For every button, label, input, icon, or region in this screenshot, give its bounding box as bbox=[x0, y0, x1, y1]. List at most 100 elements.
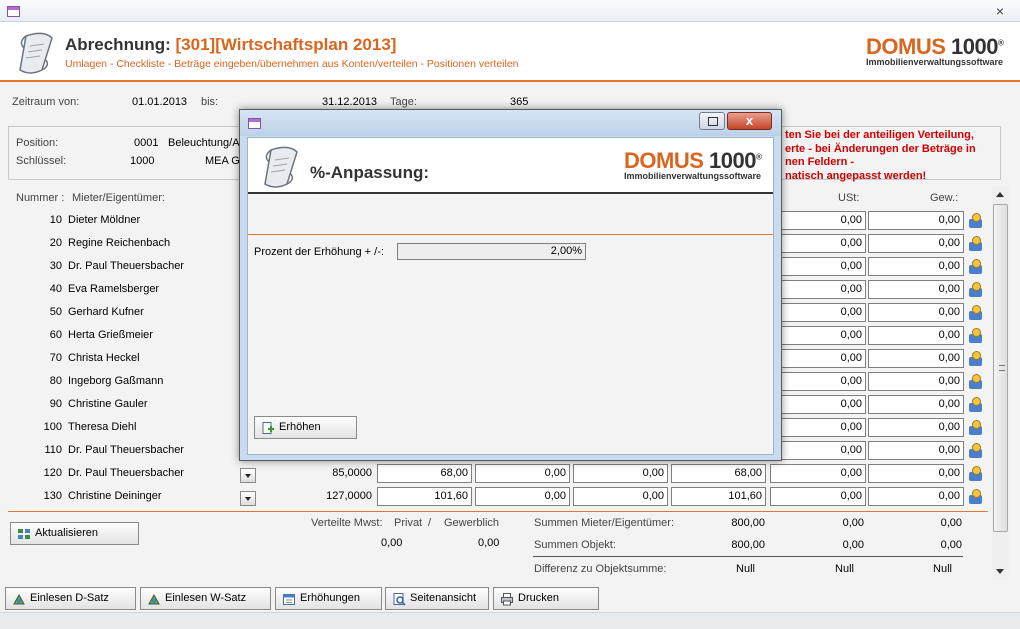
scroll-down-icon[interactable] bbox=[996, 569, 1004, 574]
scroll-thumb[interactable] bbox=[993, 204, 1008, 532]
tenant-edit-icon[interactable] bbox=[967, 304, 984, 321]
tenant-edit-icon[interactable] bbox=[967, 281, 984, 298]
column-header-nummer: Nummer : bbox=[16, 192, 65, 204]
window-close-button[interactable]: × bbox=[996, 3, 1004, 19]
ust-field[interactable]: 0,00 bbox=[770, 234, 866, 253]
add-document-icon bbox=[262, 422, 274, 434]
ust-field[interactable]: 0,00 bbox=[770, 418, 866, 437]
tenant-edit-icon[interactable] bbox=[967, 442, 984, 459]
gew-field[interactable]: 0,00 bbox=[868, 280, 964, 299]
tenant-name: Gerhard Kufner bbox=[68, 306, 144, 318]
gew-field[interactable]: 0,00 bbox=[868, 487, 964, 506]
ust-field[interactable]: 0,00 bbox=[770, 372, 866, 391]
tenant-number: 110 bbox=[44, 444, 62, 456]
gew-field[interactable]: 0,00 bbox=[868, 464, 964, 483]
tenant-edit-icon[interactable] bbox=[967, 212, 984, 229]
amount-field[interactable]: 0,00 bbox=[475, 487, 570, 506]
vertical-scrollbar[interactable] bbox=[992, 186, 1009, 580]
scroll-up-icon[interactable] bbox=[996, 192, 1004, 197]
gew-field[interactable]: 0,00 bbox=[868, 395, 964, 414]
tenant-edit-icon[interactable] bbox=[967, 396, 984, 413]
tenant-edit-icon[interactable] bbox=[967, 235, 984, 252]
tenant-name: Dr. Paul Theuersbacher bbox=[68, 467, 184, 479]
tenant-name: Christine Deininger bbox=[68, 490, 162, 502]
tenant-number: 30 bbox=[49, 260, 62, 272]
gew-field[interactable]: 0,00 bbox=[868, 418, 964, 437]
tenant-edit-icon[interactable] bbox=[967, 327, 984, 344]
amount-field[interactable]: 68,00 bbox=[671, 464, 766, 483]
mea-value: 85,0000 bbox=[332, 467, 372, 479]
summen-objekt-value: 800,00 bbox=[731, 539, 765, 551]
period-from-value: 01.01.2013 bbox=[132, 96, 188, 108]
amount-field[interactable]: 0,00 bbox=[475, 464, 570, 483]
gew-field[interactable]: 0,00 bbox=[868, 372, 964, 391]
ust-field[interactable]: 0,00 bbox=[770, 464, 866, 483]
ust-field[interactable]: 0,00 bbox=[770, 487, 866, 506]
ust-field[interactable]: 0,00 bbox=[770, 349, 866, 368]
gew-field[interactable]: 0,00 bbox=[868, 349, 964, 368]
einlesen-w-satz-button[interactable]: Einlesen W-Satz bbox=[140, 587, 271, 610]
seitenansicht-button[interactable]: Seitenansicht bbox=[385, 587, 489, 610]
tenant-edit-icon[interactable] bbox=[967, 465, 984, 482]
tenant-name: Eva Ramelsberger bbox=[68, 283, 160, 295]
einlesen-d-satz-button[interactable]: Einlesen D-Satz bbox=[5, 587, 136, 610]
tenant-edit-icon[interactable] bbox=[967, 258, 984, 275]
erhoehungen-button[interactable]: Erhöhungen bbox=[275, 587, 382, 610]
table-row: 120 Dr. Paul Theuersbacher 85,0000 68,00 0,0… bbox=[0, 463, 1000, 486]
tenant-name: Dieter Möldner bbox=[68, 214, 141, 226]
tenant-name: Theresa Diehl bbox=[68, 421, 137, 433]
scroll-icon bbox=[264, 146, 298, 188]
amount-field[interactable]: 101,60 bbox=[671, 487, 766, 506]
status-strip bbox=[0, 612, 1020, 629]
percent-increase-input[interactable]: 2,00% bbox=[397, 243, 586, 260]
ust-field[interactable]: 0,00 bbox=[770, 441, 866, 460]
ust-field[interactable]: 0,00 bbox=[770, 211, 866, 230]
dialog-title: %-Anpassung: bbox=[310, 163, 429, 182]
tenant-edit-icon[interactable] bbox=[967, 350, 984, 367]
tenant-name: Dr. Paul Theuersbacher bbox=[68, 444, 184, 456]
tenant-edit-icon[interactable] bbox=[967, 488, 984, 505]
tenant-edit-icon[interactable] bbox=[967, 419, 984, 436]
tenant-name: Ingeborg Gaßmann bbox=[68, 375, 164, 387]
amount-field[interactable]: 68,00 bbox=[377, 464, 472, 483]
restore-button[interactable] bbox=[699, 112, 725, 130]
page-title-value: [301][Wirtschaftsplan 2013] bbox=[175, 35, 397, 54]
form-icon bbox=[248, 118, 261, 129]
mea-value: 127,0000 bbox=[326, 490, 372, 502]
ust-field[interactable]: 0,00 bbox=[770, 257, 866, 276]
gew-field[interactable]: 0,00 bbox=[868, 211, 964, 230]
gew-field[interactable]: 0,00 bbox=[868, 303, 964, 322]
amount-field[interactable]: 101,60 bbox=[377, 487, 472, 506]
tenant-edit-icon[interactable] bbox=[967, 373, 984, 390]
window-titlebar: × bbox=[0, 0, 1020, 22]
drucken-button[interactable]: Drucken bbox=[493, 587, 599, 610]
erhoehen-button[interactable]: Erhöhen bbox=[254, 416, 357, 439]
tenant-number: 120 bbox=[43, 467, 62, 479]
gew-field[interactable]: 0,00 bbox=[868, 441, 964, 460]
amount-field[interactable]: 0,00 bbox=[573, 464, 668, 483]
import-icon bbox=[13, 593, 25, 605]
amount-field[interactable]: 0,00 bbox=[573, 487, 668, 506]
ust-field[interactable]: 0,00 bbox=[770, 303, 866, 322]
row-dropdown-button[interactable] bbox=[240, 468, 256, 483]
ust-field[interactable]: 0,00 bbox=[770, 395, 866, 414]
column-header-ust: USt: bbox=[838, 192, 860, 204]
gew-field[interactable]: 0,00 bbox=[868, 326, 964, 345]
tenant-number: 80 bbox=[49, 375, 62, 387]
gew-field[interactable]: 0,00 bbox=[868, 257, 964, 276]
dialog-header: %-Anpassung: DOMUS 1000® Immobilienverwa… bbox=[248, 138, 773, 194]
column-header-mieter: Mieter/Eigentümer: bbox=[72, 192, 165, 204]
ust-field[interactable]: 0,00 bbox=[770, 280, 866, 299]
percent-increase-label: Prozent der Erhöhung + /-: bbox=[254, 246, 384, 258]
dialog-close-button[interactable]: x bbox=[727, 112, 772, 130]
gew-field[interactable]: 0,00 bbox=[868, 234, 964, 253]
tenant-name: Herta Grießmeier bbox=[68, 329, 153, 341]
differenz-ust: Null bbox=[835, 563, 854, 575]
refresh-grid-icon bbox=[18, 529, 30, 539]
ust-field[interactable]: 0,00 bbox=[770, 326, 866, 345]
aktualisieren-button[interactable]: Aktualisieren bbox=[10, 522, 139, 545]
tenant-number: 90 bbox=[49, 398, 62, 410]
period-to-label: bis: bbox=[201, 96, 219, 108]
row-dropdown-button[interactable] bbox=[240, 491, 256, 506]
slash-separator: / bbox=[428, 517, 432, 529]
